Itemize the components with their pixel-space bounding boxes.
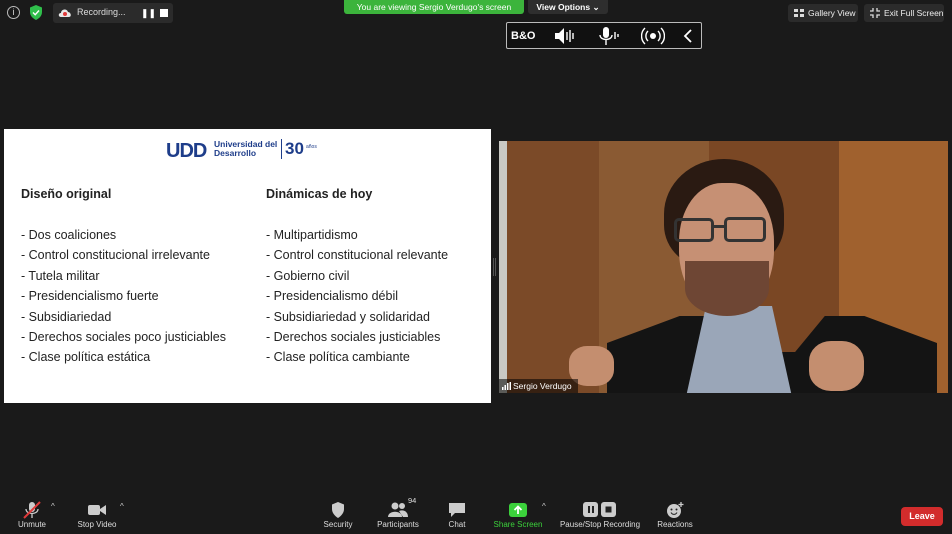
share-screen-button[interactable]: Share Screen [492, 492, 544, 534]
audio-control-toolbar: B&O [506, 22, 702, 49]
list-item: - Control constitucional relevante [266, 248, 449, 263]
meeting-top-bar: i Recording... ❚❚ You are viewing Sergio… [0, 0, 952, 26]
cloud-recording-icon [58, 9, 71, 17]
video-options-caret-icon[interactable]: ^ [120, 502, 124, 511]
pause-stop-recording-label: Pause/Stop Recording [559, 520, 641, 529]
left-column-title: Diseño original [21, 187, 112, 201]
list-item: - Multipartidismo [266, 228, 358, 242]
glasses-bridge [713, 225, 725, 228]
exit-full-screen-icon [870, 8, 880, 18]
chat-bubble-icon [449, 503, 465, 517]
glasses-lens [724, 217, 766, 242]
security-button[interactable]: Security [318, 492, 358, 534]
logo-anos: años [306, 144, 317, 150]
chat-button[interactable]: Chat [440, 492, 474, 534]
gallery-view-button[interactable]: Gallery View [788, 4, 858, 22]
list-item: - Control constitucional irrelevante [21, 248, 210, 263]
signal-bars-icon [502, 382, 511, 390]
speaker-video-tile[interactable]: Sergio Verdugo [499, 141, 948, 393]
grid-icon [794, 9, 804, 17]
right-column-title: Dinámicas de hoy [266, 187, 373, 201]
microphone-icon[interactable] [597, 26, 621, 46]
broadcast-icon[interactable] [641, 26, 665, 46]
info-icon[interactable]: i [7, 6, 20, 19]
stop-video-label: Stop Video [77, 520, 117, 529]
udd-logo: UDD Universidad del Desarrollo 30 años [166, 139, 326, 162]
person-hand [809, 341, 864, 391]
panel-resize-handle[interactable] [493, 258, 496, 276]
udd-logo-mark: UDD [166, 140, 207, 162]
exit-full-screen-label: Exit Full Screen [884, 8, 944, 18]
reactions-smiley-icon [667, 502, 684, 518]
logo-30-years: 30 [285, 139, 304, 158]
list-item: - Derechos sociales poco justiciables [21, 329, 226, 344]
list-item: - Dos coaliciones [21, 228, 117, 242]
person-beard [685, 261, 769, 316]
share-screen-label: Share Screen [493, 520, 543, 529]
pause-stop-recording-button[interactable]: Pause/Stop Recording [558, 492, 642, 534]
list-item: - Presidencialismo débil [266, 289, 399, 304]
shared-screen-slide: UDD Universidad del Desarrollo 30 años D… [4, 129, 491, 403]
participants-count-badge: 94 [408, 496, 417, 505]
participant-name-tag: Sergio Verdugo [499, 379, 578, 393]
unmute-label: Unmute [17, 520, 46, 529]
recording-indicator: Recording... ❚❚ [53, 3, 173, 23]
meeting-controls-bar: Unmute ^ Stop Video ^ Security Participa… [0, 492, 952, 534]
share-screen-icon [509, 503, 527, 517]
participants-icon [388, 502, 408, 517]
pause-stop-icon [583, 502, 616, 517]
chevron-left-icon[interactable] [681, 26, 695, 46]
chevron-down-icon: ⌄ [592, 2, 600, 12]
list-item: - Clase política estática [21, 350, 151, 365]
exit-full-screen-button[interactable]: Exit Full Screen [864, 4, 944, 22]
list-item: - Clase política cambiante [266, 350, 410, 365]
video-camera-icon [88, 505, 106, 515]
leave-meeting-button[interactable]: Leave [901, 507, 943, 526]
share-options-caret-icon[interactable]: ^ [542, 502, 546, 511]
participants-label: Participants [377, 520, 419, 529]
gallery-view-label: Gallery View [808, 8, 856, 18]
bo-logo-icon[interactable]: B&O [511, 26, 535, 46]
pause-recording-icon[interactable]: ❚❚ [141, 8, 156, 18]
unmute-button[interactable]: Unmute [10, 492, 54, 534]
glasses-lens [674, 218, 714, 242]
view-options-label: View Options [536, 2, 591, 12]
left-column: Diseño original - Dos coaliciones - Cont… [21, 187, 251, 370]
list-item: - Presidencialismo fuerte [21, 289, 159, 304]
list-item: - Gobierno civil [266, 268, 350, 283]
list-item: - Subsidiariedad y solidaridad [266, 309, 430, 324]
view-options-button[interactable]: View Options ⌄ [528, 0, 608, 14]
speaker-icon[interactable] [553, 26, 577, 46]
list-item: - Tutela militar [21, 268, 100, 283]
chat-label: Chat [448, 520, 466, 529]
recording-label: Recording... [77, 7, 126, 17]
viewing-screen-banner: You are viewing Sergio Verdugo's screen [344, 0, 524, 14]
stop-video-button[interactable]: Stop Video [72, 492, 122, 534]
udd-logo-name: Universidad del Desarrollo [214, 139, 278, 158]
security-label: Security [323, 520, 353, 529]
participant-name: Sergio Verdugo [513, 381, 572, 391]
stop-recording-icon[interactable] [160, 9, 168, 17]
reactions-label: Reactions [657, 520, 693, 529]
list-item: - Derechos sociales justiciables [266, 329, 441, 344]
reactions-button[interactable]: Reactions [654, 492, 696, 534]
list-item: - Subsidiariedad [21, 309, 112, 324]
audio-options-caret-icon[interactable]: ^ [51, 502, 55, 511]
shield-icon [332, 502, 344, 518]
right-column: Dinámicas de hoy - Multipartidismo - Con… [266, 187, 486, 370]
logo-divider [281, 139, 282, 159]
microphone-muted-icon [23, 501, 41, 519]
encryption-shield-icon[interactable] [30, 5, 42, 20]
